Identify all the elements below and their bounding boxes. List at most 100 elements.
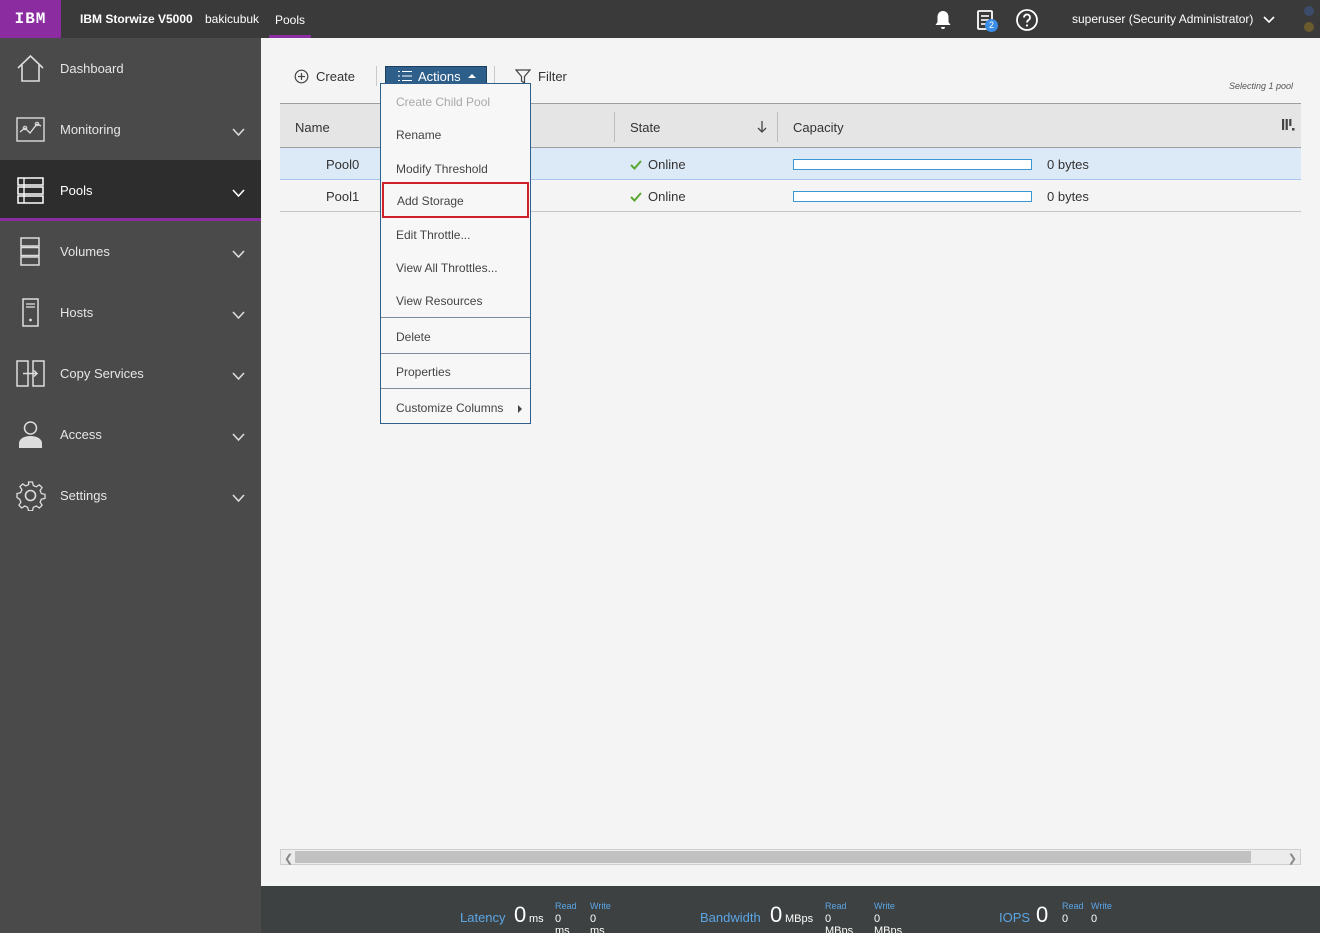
monitoring-icon [15, 114, 46, 145]
iops-read-label: Read [1062, 901, 1084, 911]
chevron-down-icon[interactable] [1262, 12, 1276, 26]
system-name: bakicubuk [205, 12, 260, 26]
column-header-state[interactable]: State [630, 120, 660, 135]
tasks-badge: 2 [985, 19, 998, 32]
chevron-down-icon[interactable] [232, 186, 245, 198]
menu-divider [381, 388, 530, 389]
sidebar-item-copy-services[interactable]: Copy Services [0, 343, 261, 404]
sidebar-item-dashboard[interactable]: Dashboard [0, 38, 261, 99]
menu-item-properties[interactable]: Properties [381, 354, 530, 387]
bandwidth-value: 0 [770, 902, 783, 927]
capacity-bar [793, 191, 1032, 202]
capacity-bar [793, 159, 1032, 170]
bandwidth-label: Bandwidth [700, 910, 761, 925]
menu-item-edit-throttle[interactable]: Edit Throttle... [381, 217, 530, 250]
scrollbar-thumb[interactable] [295, 851, 1251, 863]
ibm-logo-text: IBM [14, 10, 47, 28]
pool-name: Pool1 [326, 189, 360, 204]
pool-state-label: Online [648, 157, 686, 172]
menu-divider [381, 317, 530, 318]
pool-name: Pool0 [326, 157, 360, 172]
create-button[interactable]: Create [294, 65, 355, 87]
latency-value: 0 [514, 902, 527, 927]
bandwidth-write-label: Write [874, 901, 895, 911]
iops-label: IOPS [999, 910, 1031, 925]
menu-item-label: Customize Columns [396, 401, 504, 415]
user-menu[interactable]: superuser (Security Administrator) [1072, 12, 1253, 26]
bandwidth-read-value: 0 MBps [825, 913, 854, 933]
volumes-icon [15, 236, 46, 267]
sidebar-item-settings[interactable]: Settings [0, 465, 261, 526]
latency-read-value: 0 ms [555, 913, 570, 933]
ibm-logo[interactable]: IBM [0, 0, 61, 38]
column-divider[interactable] [777, 112, 778, 142]
scroll-right-icon[interactable]: ❯ [1288, 852, 1297, 865]
menu-item-modify-threshold[interactable]: Modify Threshold [381, 151, 530, 184]
sidebar-item-pools[interactable]: Pools [0, 160, 261, 221]
iops-write-value: 0 [1091, 913, 1098, 925]
check-icon [630, 192, 642, 202]
horizontal-scrollbar[interactable]: ❮ ❯ [280, 849, 1301, 865]
sort-descending-icon[interactable] [757, 120, 767, 133]
caret-up-icon [467, 74, 476, 78]
latency-write-label: Write [590, 901, 611, 911]
help-icon[interactable] [1015, 8, 1039, 32]
menu-item-create-child-pool: Create Child Pool [396, 95, 491, 109]
pool-capacity: 0 bytes [1047, 157, 1089, 172]
latency-read-label: Read [555, 901, 577, 911]
hosts-icon [15, 297, 46, 328]
sidebar-item-label: Pools [60, 183, 93, 198]
filter-icon [515, 68, 531, 84]
scroll-left-icon[interactable]: ❮ [284, 852, 293, 865]
column-settings-icon[interactable] [1281, 118, 1295, 132]
sidebar-item-access[interactable]: Access [0, 404, 261, 465]
sidebar-item-label: Dashboard [60, 61, 124, 76]
latency-label: Latency [460, 910, 506, 925]
pool-state: Online [630, 189, 686, 204]
menu-item-add-storage[interactable]: Add Storage [382, 182, 529, 218]
chevron-down-icon[interactable] [232, 125, 245, 137]
bandwidth-read-label: Read [825, 901, 847, 911]
chevron-down-icon[interactable] [232, 430, 245, 442]
chevron-down-icon[interactable] [232, 308, 245, 320]
chevron-down-icon[interactable] [232, 247, 245, 259]
dashboard-icon [15, 53, 46, 84]
actions-menu: Create Child Pool Rename Modify Threshol… [380, 83, 531, 424]
menu-item-customize-columns[interactable]: Customize Columns [381, 390, 530, 423]
sidebar-item-label: Monitoring [60, 122, 121, 137]
column-header-capacity[interactable]: Capacity [793, 120, 844, 135]
selection-count: Selecting 1 pool [1228, 81, 1293, 91]
sidebar-item-monitoring[interactable]: Monitoring [0, 99, 261, 160]
check-icon [630, 160, 642, 170]
top-bar: IBM IBM Storwize V5000 bakicubuk Pools 2… [0, 0, 1320, 38]
sidebar-item-label: Copy Services [60, 366, 144, 381]
plus-circle-icon [294, 69, 309, 83]
chevron-down-icon[interactable] [232, 369, 245, 381]
list-icon [398, 71, 412, 81]
bandwidth-unit: MBps [785, 913, 814, 925]
chevron-down-icon[interactable] [232, 491, 245, 503]
pool-capacity: 0 bytes [1047, 189, 1089, 204]
latency-write-value: 0 ms [590, 913, 605, 933]
toolbar-divider [376, 66, 377, 86]
performance-status-bar: Latency 0 ms Read 0 ms Write 0 ms Bandwi… [261, 886, 1320, 933]
iops-value: 0 [1036, 902, 1049, 927]
copy-services-icon [15, 358, 46, 389]
sidebar-item-label: Settings [60, 488, 107, 503]
column-header-name[interactable]: Name [295, 120, 330, 135]
sidebar-item-label: Hosts [60, 305, 94, 320]
actions-label: Actions [418, 68, 461, 84]
column-divider[interactable] [614, 112, 615, 142]
iops-read-value: 0 [1062, 913, 1069, 925]
menu-item-view-all-throttles[interactable]: View All Throttles... [381, 250, 530, 283]
sidebar-item-label: Volumes [60, 244, 110, 259]
pools-icon [15, 175, 46, 206]
menu-item-view-resources[interactable]: View Resources [381, 283, 530, 316]
caret-right-icon [518, 405, 522, 413]
sidebar-item-hosts[interactable]: Hosts [0, 282, 261, 343]
menu-item-rename[interactable]: Rename [381, 117, 530, 150]
bell-icon[interactable] [931, 8, 955, 32]
breadcrumb[interactable]: Pools [269, 0, 312, 38]
sidebar-item-volumes[interactable]: Volumes [0, 221, 261, 282]
menu-item-delete[interactable]: Delete [381, 319, 530, 352]
